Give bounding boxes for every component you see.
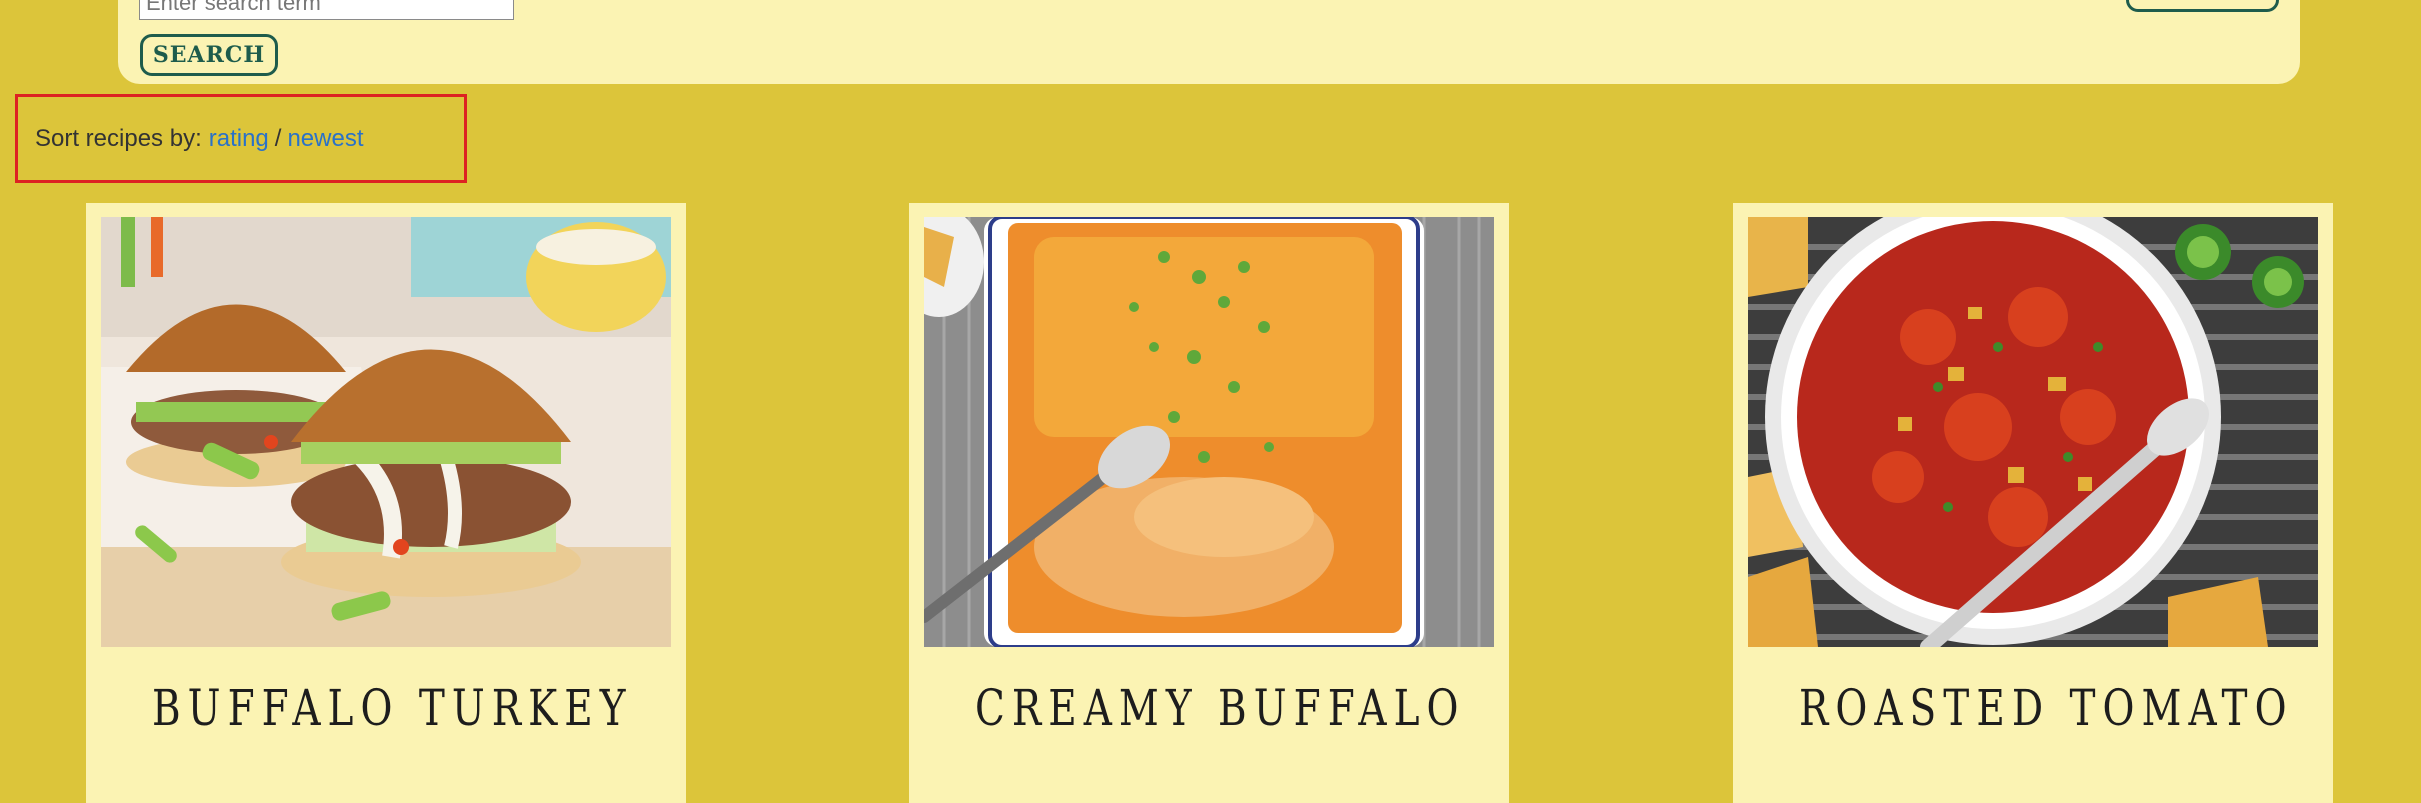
recipe-title[interactable]: BUFFALO TURKEY xyxy=(152,679,626,737)
recipe-card[interactable]: ROASTED TOMATO xyxy=(1733,203,2333,803)
recipe-photo[interactable] xyxy=(924,217,1494,647)
recipe-photo[interactable] xyxy=(101,217,671,647)
sort-bar: Sort recipes by: rating / newest xyxy=(15,94,467,183)
header-action-button[interactable] xyxy=(2126,0,2279,12)
sort-by-newest-link[interactable]: newest xyxy=(287,125,363,153)
search-input[interactable] xyxy=(139,0,514,20)
recipe-photo[interactable] xyxy=(1748,217,2318,647)
recipe-card[interactable]: CREAMY BUFFALO xyxy=(909,203,1509,803)
recipe-title[interactable]: ROASTED TOMATO xyxy=(1799,679,2287,737)
sort-separator: / xyxy=(274,124,282,152)
sort-by-rating-link[interactable]: rating xyxy=(209,125,269,153)
search-button[interactable]: SEARCH xyxy=(140,34,278,76)
recipe-title[interactable]: CREAMY BUFFALO xyxy=(975,679,1458,737)
recipe-card[interactable]: BUFFALO TURKEY xyxy=(86,203,686,803)
sort-label: Sort recipes by: xyxy=(35,124,202,152)
